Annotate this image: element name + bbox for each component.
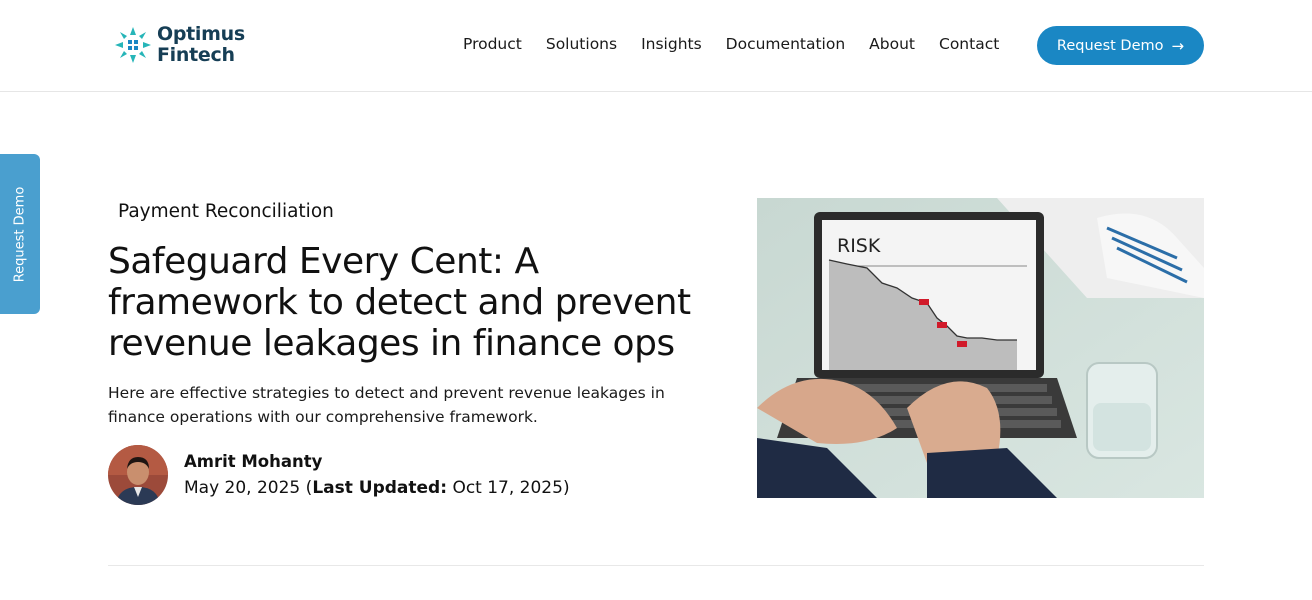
author-block: Amrit Mohanty May 20, 2025 (Last Updated… <box>108 445 570 505</box>
side-request-demo-tab[interactable]: Request Demo <box>0 154 40 314</box>
main-nav: Product Solutions Insights Documentation… <box>463 34 999 54</box>
section-divider <box>108 565 1204 566</box>
image-risk-text: RISK <box>837 235 881 257</box>
author-name[interactable]: Amrit Mohanty <box>184 449 570 475</box>
brand-name-line1: Optimus <box>157 23 245 45</box>
article-description: Here are effective strategies to detect … <box>108 384 665 426</box>
publish-dates: May 20, 2025 (Last Updated: Oct 17, 2025… <box>184 478 570 498</box>
request-demo-label: Request Demo <box>1056 37 1164 54</box>
hero-image: RISK <box>757 198 1204 498</box>
article-title: Safeguard Every Cent: A framework to det… <box>108 241 691 364</box>
last-updated-label: Last Updated: <box>312 478 448 498</box>
updated-date: Oct 17, 2025 <box>452 478 563 498</box>
nav-insights[interactable]: Insights <box>641 34 702 54</box>
nav-documentation[interactable]: Documentation <box>726 34 846 54</box>
nav-contact[interactable]: Contact <box>939 34 999 54</box>
site-header: Optimus Fintech Product Solutions Insigh… <box>0 0 1312 92</box>
nav-about[interactable]: About <box>869 34 915 54</box>
arrow-right-icon: → <box>1171 36 1185 55</box>
author-avatar <box>108 445 168 505</box>
brand-logo[interactable]: Optimus Fintech <box>113 24 245 66</box>
published-date: May 20, 2025 <box>184 478 301 498</box>
article-category[interactable]: Payment Reconciliation <box>118 201 334 222</box>
logo-mark-icon <box>115 27 151 63</box>
nav-solutions[interactable]: Solutions <box>546 34 617 54</box>
request-demo-button[interactable]: Request Demo → <box>1037 26 1204 65</box>
brand-name-line2: Fintech <box>157 44 235 66</box>
side-tab-label: Request Demo <box>12 186 28 282</box>
nav-product[interactable]: Product <box>463 34 522 54</box>
